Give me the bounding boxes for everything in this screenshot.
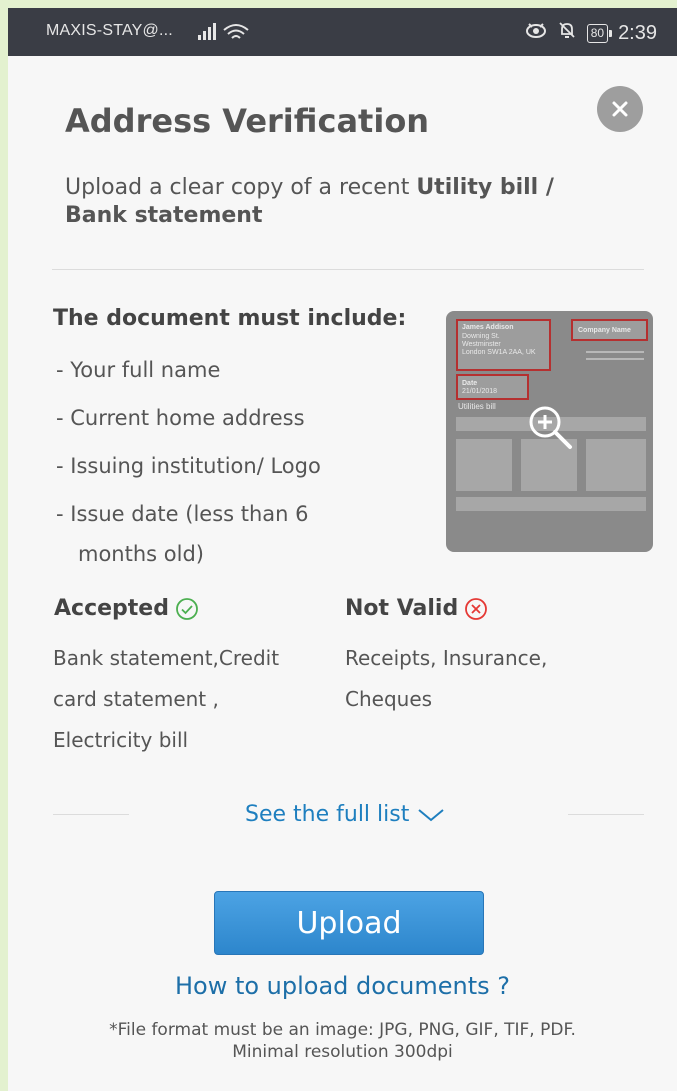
divider: [52, 269, 644, 270]
check-circle-icon: [176, 597, 198, 620]
close-button[interactable]: [597, 86, 643, 132]
requirement-item: - Current home address: [56, 406, 305, 430]
file-format-line: *File format must be an image: JPG, PNG,…: [109, 1020, 576, 1040]
preview-company: Company Name: [578, 327, 631, 334]
x-circle-icon: [465, 597, 488, 620]
not-valid-heading: Not Valid: [345, 596, 488, 621]
preview-name: James Addison: [462, 324, 514, 331]
preview-date-box: Date 21/01/2018: [456, 374, 529, 400]
accepted-line: card statement ,: [53, 687, 219, 711]
close-icon: [612, 101, 628, 117]
see-full-list-label: See the full list: [245, 802, 410, 827]
address-verification-dialog: Address Verification Upload a clear copy…: [8, 56, 677, 1091]
bell-off-icon: [557, 20, 577, 46]
dialog-subtitle: Upload a clear copy of a recent Utility …: [65, 174, 585, 230]
requirement-item-continued: months old): [78, 542, 204, 566]
divider: [53, 814, 129, 815]
not-valid-label: Not Valid: [345, 596, 459, 621]
wifi-icon: [223, 24, 249, 39]
zoom-in-icon[interactable]: [526, 403, 576, 457]
file-format-note: *File format must be an image: JPG, PNG,…: [8, 1019, 677, 1063]
preview-address-line: Downing St.: [462, 333, 500, 340]
see-full-list-link[interactable]: See the full list: [245, 802, 445, 827]
preview-doc-type: Utilities bill: [458, 402, 496, 411]
requirement-item: - Issuing institution/ Logo: [56, 454, 321, 478]
signal-icon: [196, 22, 256, 47]
preview-company-box: Company Name: [571, 319, 648, 341]
preview-address-line: London SW1A 2AA, UK: [462, 349, 536, 356]
preview-line: [586, 351, 644, 353]
carrier-name: MAXIS-STAY@...: [46, 22, 173, 39]
divider: [568, 814, 644, 815]
preview-bar: [456, 497, 646, 511]
not-valid-line: Cheques: [345, 687, 433, 711]
accepted-line: Electricity bill: [53, 728, 189, 752]
accepted-heading: Accepted: [54, 596, 199, 621]
eye-icon: [525, 21, 547, 45]
accepted-line: Bank statement,Credit: [53, 646, 280, 670]
preview-date-value: 21/01/2018: [462, 388, 498, 395]
preview-block: [456, 439, 512, 491]
preview-block: [586, 439, 646, 491]
status-bar: MAXIS-STAY@... 80 2:39: [8, 8, 677, 56]
requirement-item: - Your full name: [56, 358, 221, 382]
not-valid-line: Receipts, Insurance,: [345, 646, 548, 670]
dialog-title: Address Verification: [65, 102, 430, 140]
preview-date-label: Date: [462, 380, 478, 387]
chevron-down-icon: [418, 808, 444, 821]
resolution-line: Minimal resolution 300dpi: [232, 1042, 453, 1062]
how-to-upload-link[interactable]: How to upload documents ?: [8, 972, 677, 1000]
not-valid-list: Receipts, Insurance, Cheques: [345, 638, 547, 720]
must-include-title: The document must include:: [53, 306, 407, 331]
upload-button[interactable]: Upload: [214, 891, 484, 955]
battery-icon: 80: [586, 23, 613, 43]
clock: 2:39: [618, 21, 657, 44]
preview-line: [586, 358, 644, 360]
requirement-item: - Issue date (less than 6: [56, 502, 309, 526]
preview-address-line: Westminster: [462, 341, 501, 348]
preview-name-box: James Addison Downing St. Westminster Lo…: [456, 319, 551, 371]
accepted-list: Bank statement,Credit card statement , E…: [53, 638, 279, 761]
accepted-label: Accepted: [54, 596, 169, 621]
document-preview[interactable]: James Addison Downing St. Westminster Lo…: [446, 311, 653, 552]
subtitle-text: Upload a clear copy of a recent: [65, 175, 417, 200]
